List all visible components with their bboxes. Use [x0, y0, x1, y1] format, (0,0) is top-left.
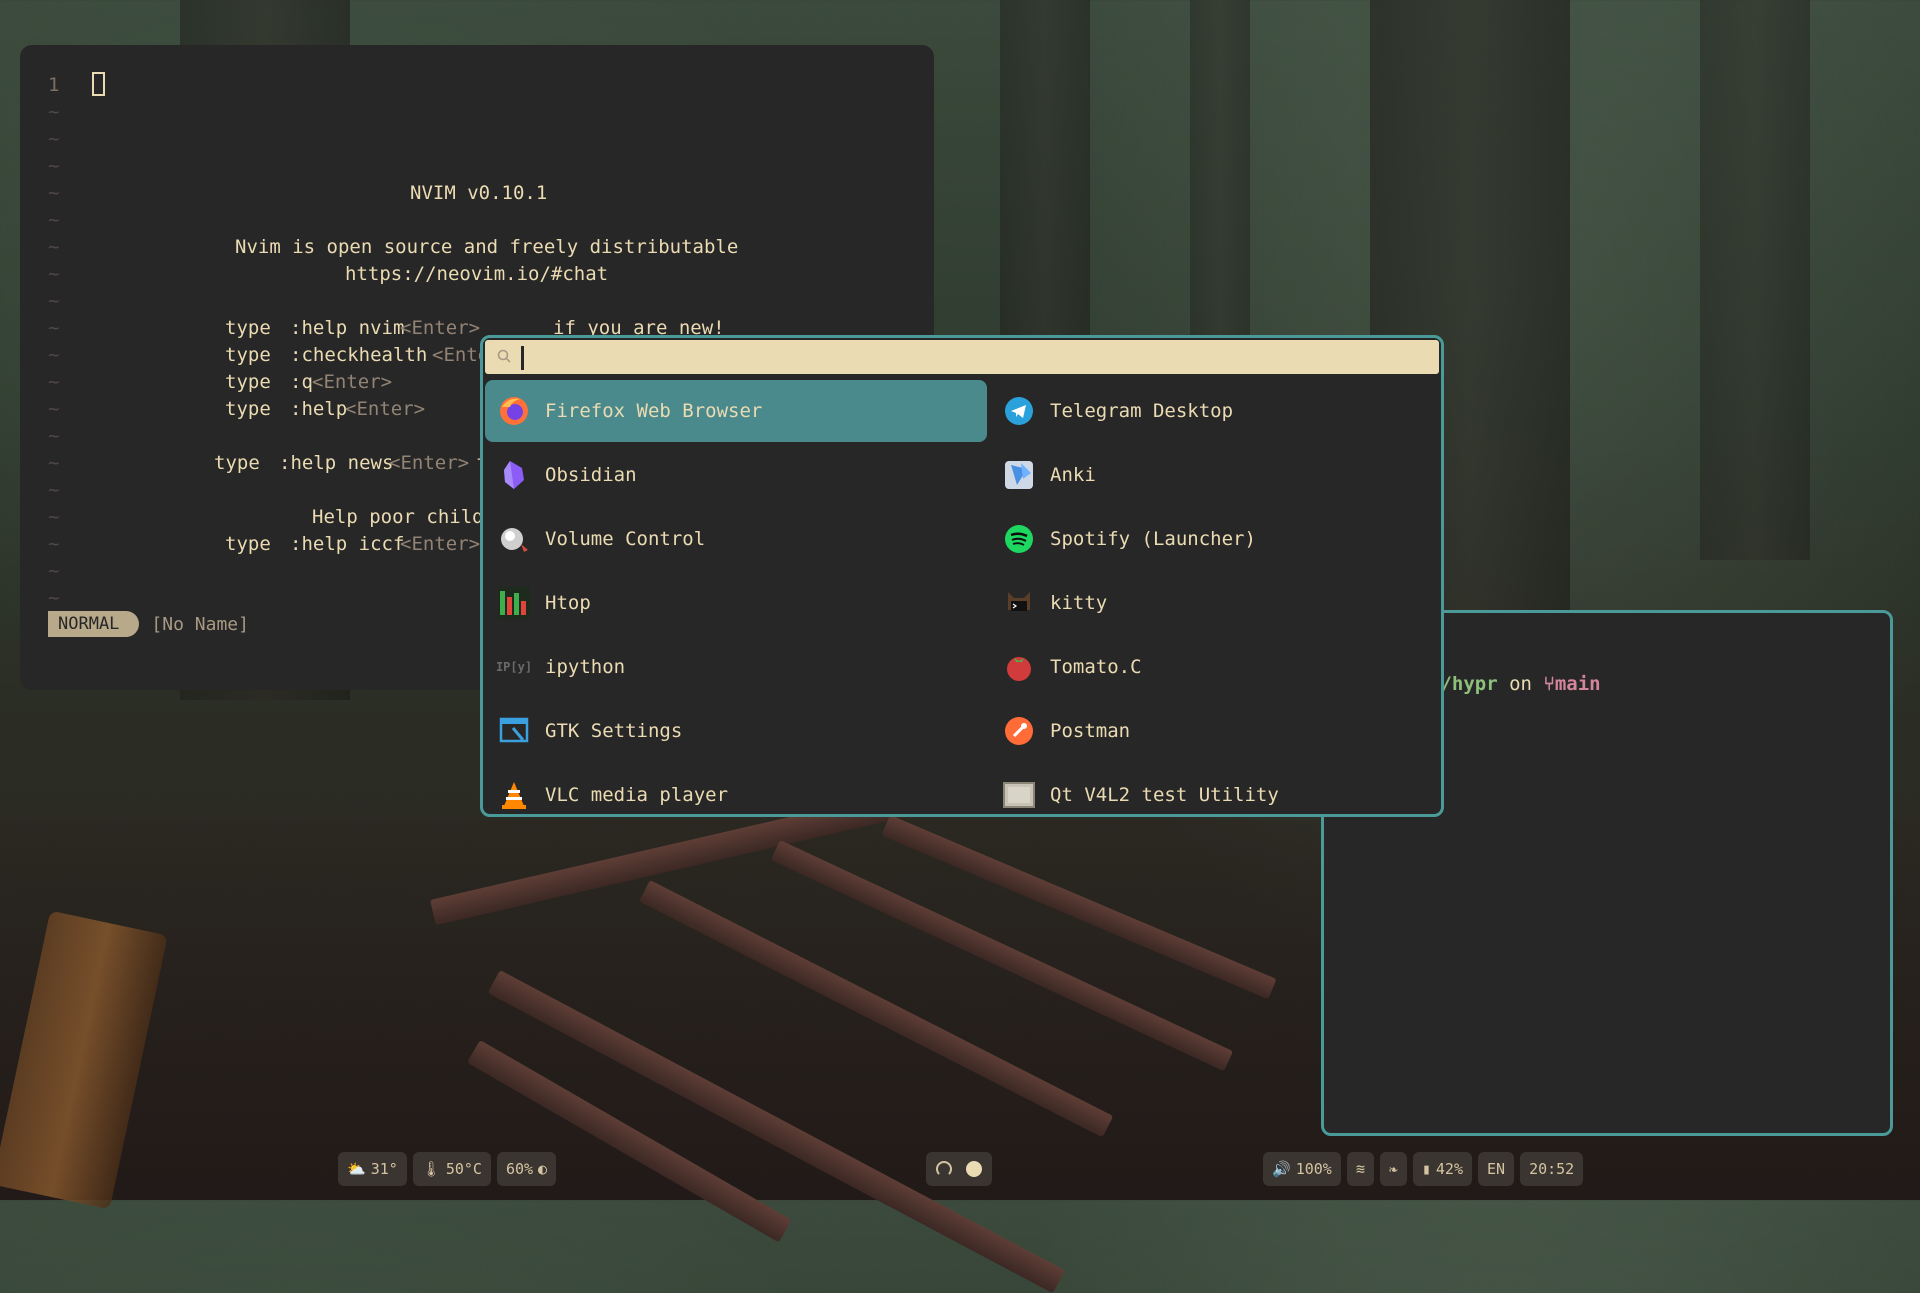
- app-item-obsidian[interactable]: Obsidian: [485, 444, 987, 506]
- temperature-widget[interactable]: 🌡 50°C: [412, 1152, 491, 1186]
- firefox-icon: [497, 394, 531, 428]
- line-number: 1: [48, 74, 60, 96]
- battery-icon: ▮: [1421, 1160, 1431, 1178]
- power-profile-widget[interactable]: ❧: [1379, 1152, 1407, 1186]
- status-bar-left: ⛅ 31° 🌡 50°C 60% ◐: [338, 1152, 557, 1186]
- weather-icon: ⛅: [347, 1160, 366, 1178]
- kitty-icon: [1002, 586, 1036, 620]
- help-poor-children: Help poor child: [312, 506, 484, 528]
- htop-icon: [497, 586, 531, 620]
- layout-value: EN: [1487, 1160, 1506, 1178]
- volume-value: 100%: [1295, 1160, 1332, 1178]
- app-label: Qt V4L2 test Utility: [1050, 784, 1279, 806]
- temperature-value: 50°C: [445, 1160, 482, 1178]
- tomato-icon: [1002, 650, 1036, 684]
- app-label: Tomato.C: [1050, 656, 1142, 678]
- brightness-value: 60%: [505, 1160, 534, 1178]
- speaker-icon: 🔊: [1272, 1160, 1291, 1178]
- app-label: Htop: [545, 592, 591, 614]
- wifi-widget[interactable]: ≋: [1346, 1152, 1374, 1186]
- volume-widget[interactable]: 🔊 100%: [1263, 1152, 1341, 1186]
- git-branch: main: [1554, 673, 1601, 695]
- battery-widget[interactable]: ▮ 42%: [1412, 1152, 1472, 1186]
- app-item-ipython[interactable]: IP[y] ipython: [485, 636, 987, 698]
- status-bar-center: [926, 1152, 992, 1186]
- launcher-search-input[interactable]: [523, 341, 1327, 373]
- brightness-icon: ◐: [538, 1160, 548, 1178]
- app-item-postman[interactable]: Postman: [990, 700, 1441, 762]
- app-label: ipython: [545, 656, 626, 678]
- search-icon: [497, 348, 517, 367]
- app-item-qt-v4l2[interactable]: Qt V4L2 test Utility: [990, 764, 1441, 814]
- clock-value: 20:52: [1529, 1160, 1575, 1178]
- thermometer-icon: 🌡: [421, 1160, 441, 1178]
- obsidian-icon: [497, 458, 531, 492]
- anki-icon: [1002, 458, 1036, 492]
- statusline: NORMAL [No Name]: [48, 611, 249, 637]
- app-label: VLC media player: [545, 784, 729, 806]
- app-label: Obsidian: [545, 464, 637, 486]
- vlc-icon: [497, 778, 531, 812]
- leaf-icon: ❧: [1388, 1160, 1398, 1178]
- workspaces: [926, 1152, 992, 1186]
- spotify-icon: [1002, 522, 1036, 556]
- app-label: Postman: [1050, 720, 1131, 742]
- battery-value: 42%: [1435, 1160, 1463, 1178]
- app-label: Telegram Desktop: [1050, 400, 1234, 422]
- app-item-spotify[interactable]: Spotify (Launcher): [990, 508, 1441, 570]
- app-item-anki[interactable]: Anki: [990, 444, 1441, 506]
- ipython-icon: IP[y]: [495, 660, 533, 674]
- brightness-widget[interactable]: 60% ◐: [496, 1152, 557, 1186]
- app-launcher[interactable]: Firefox Web Browser Obsidian Volume Cont…: [480, 335, 1444, 817]
- wifi-icon: ≋: [1355, 1160, 1365, 1178]
- app-label: Firefox Web Browser: [545, 400, 763, 422]
- status-bar-right: 🔊 100% ≋ ❧ ▮ 42% EN 20:52: [1263, 1152, 1584, 1186]
- qt-v4l2-icon: [1002, 778, 1036, 812]
- launcher-search-bar[interactable]: [485, 340, 1439, 374]
- app-label: Anki: [1050, 464, 1096, 486]
- nvim-version: NVIM v0.10.1: [410, 182, 548, 204]
- telegram-icon: [1002, 394, 1036, 428]
- buffer-name: [No Name]: [151, 613, 249, 635]
- intro-line-1: Nvim is open source and freely distribut…: [235, 236, 739, 258]
- shell-prompt: g/hypr on ⑂main: [1429, 673, 1601, 695]
- postman-icon: [1002, 714, 1036, 748]
- app-label: kitty: [1050, 592, 1108, 614]
- app-item-firefox[interactable]: Firefox Web Browser: [485, 380, 987, 442]
- app-item-htop[interactable]: Htop: [485, 572, 987, 634]
- app-label: Spotify (Launcher): [1050, 528, 1256, 550]
- text-caret: [521, 346, 524, 370]
- app-item-telegram[interactable]: Telegram Desktop: [990, 380, 1441, 442]
- keyboard-layout[interactable]: EN: [1478, 1152, 1515, 1186]
- intro-line-2: https://neovim.io/#chat: [345, 263, 609, 285]
- app-item-volume-control[interactable]: Volume Control: [485, 508, 987, 570]
- app-item-vlc[interactable]: VLC media player: [485, 764, 987, 814]
- workspace-1-icon[interactable]: [936, 1161, 952, 1177]
- weather-value: 31°: [370, 1160, 398, 1178]
- prompt-on: on: [1509, 673, 1532, 695]
- app-label: GTK Settings: [545, 720, 683, 742]
- mode-indicator: NORMAL: [48, 611, 140, 637]
- workspace-2-icon[interactable]: [966, 1161, 982, 1177]
- volume-control-icon: [497, 522, 531, 556]
- app-item-kitty[interactable]: kitty: [990, 572, 1441, 634]
- git-branch-icon: ⑂: [1543, 673, 1555, 695]
- gtk-settings-icon: [497, 714, 531, 748]
- app-item-gtk-settings[interactable]: GTK Settings: [485, 700, 987, 762]
- app-label: Volume Control: [545, 528, 706, 550]
- weather-widget[interactable]: ⛅ 31°: [338, 1152, 407, 1186]
- nvim-cursor: [92, 72, 105, 96]
- app-item-tomato[interactable]: Tomato.C: [990, 636, 1441, 698]
- clock[interactable]: 20:52: [1520, 1152, 1584, 1186]
